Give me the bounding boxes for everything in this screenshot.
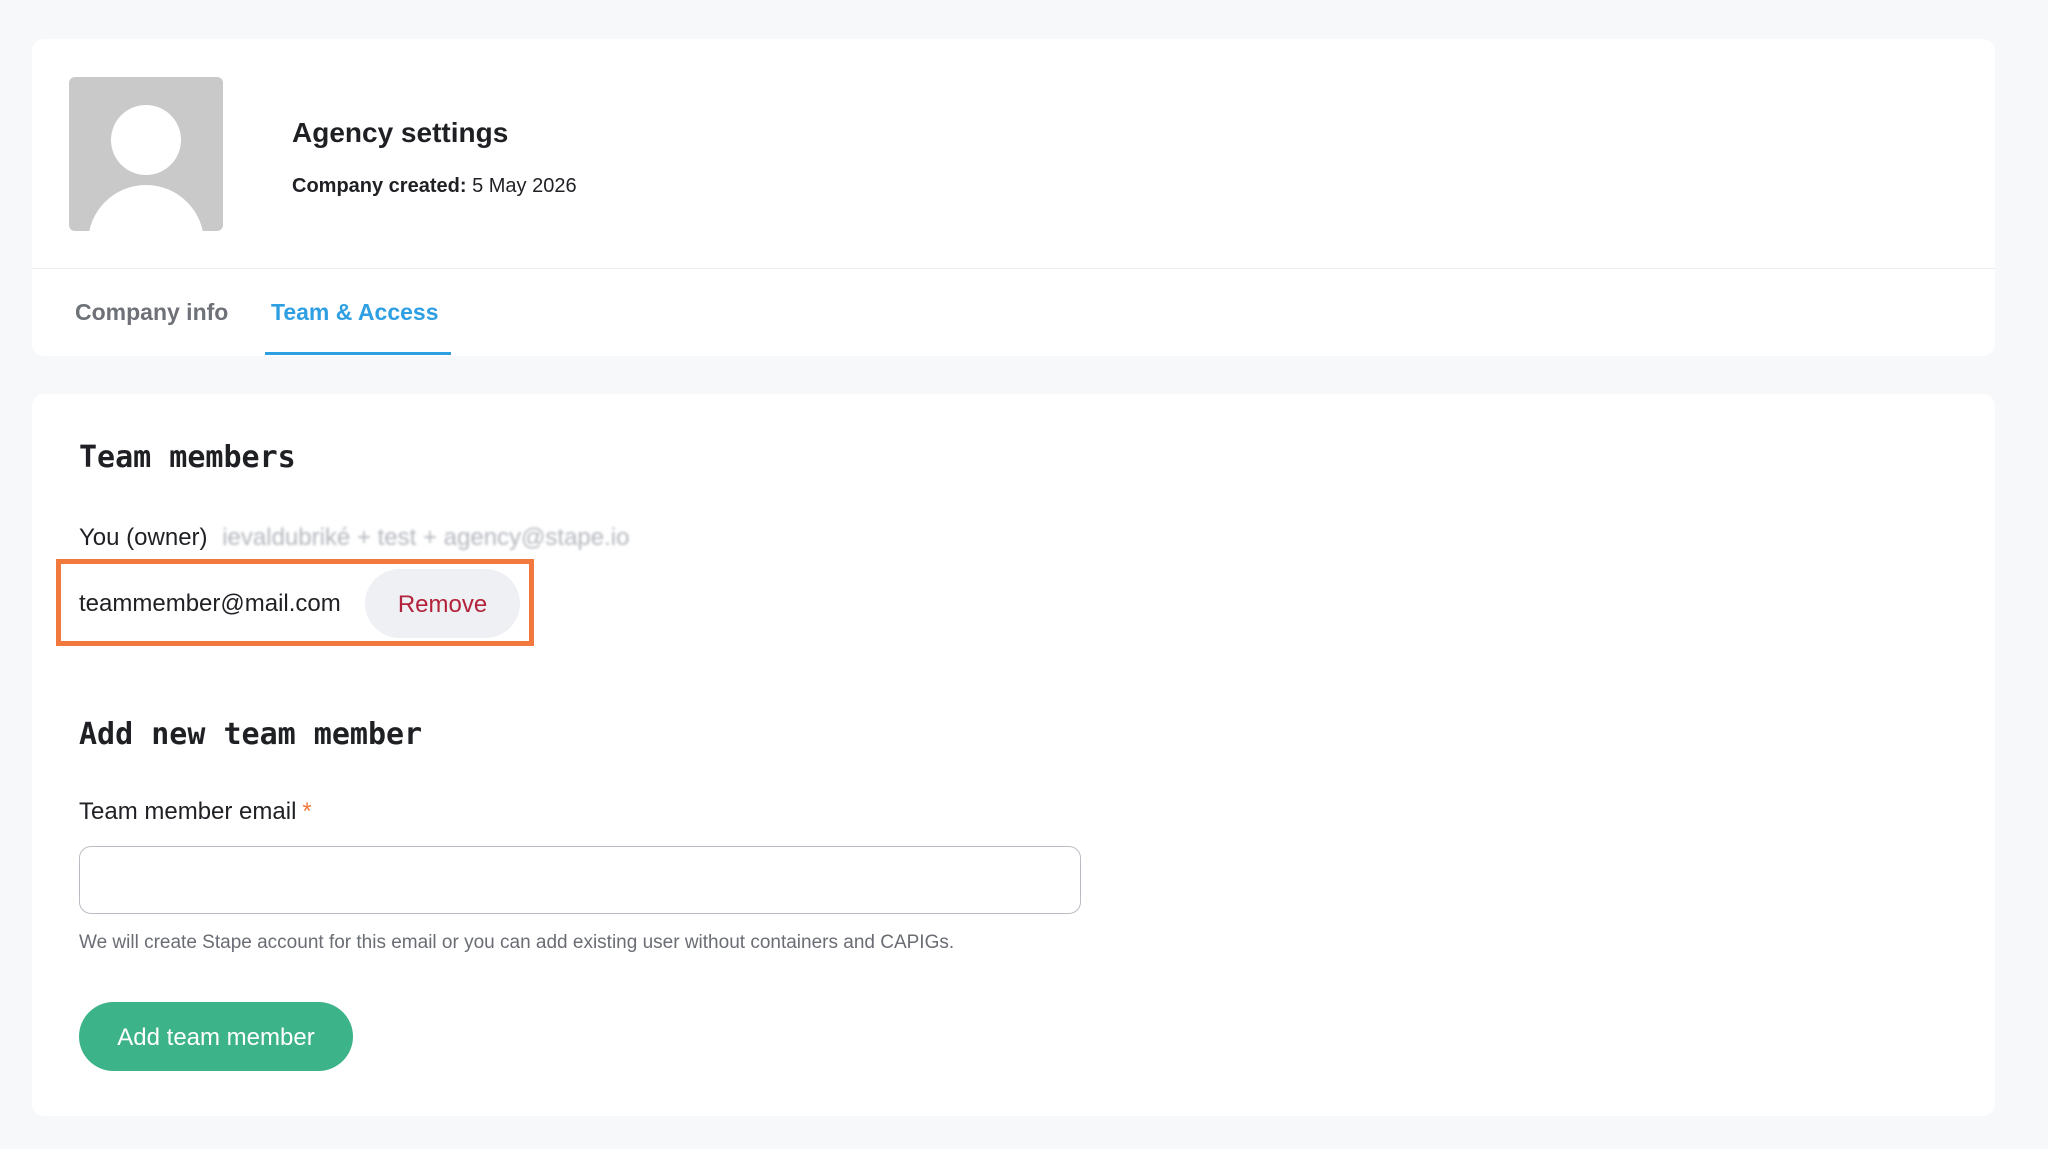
avatar-head-shape (111, 105, 181, 175)
agency-header-card: Agency settings Company created: 5 May 2… (32, 39, 1995, 356)
team-access-card: Team members You (owner) ievaldubriké + … (32, 394, 1995, 1116)
owner-email: ievaldubriké + test + agency@stape.io (222, 524, 630, 551)
remove-member-button[interactable]: Remove (365, 569, 520, 638)
tab-company-info[interactable]: Company info (75, 269, 228, 356)
member-email: teammember@mail.com (79, 590, 341, 617)
add-team-member-button[interactable]: Add team member (79, 1002, 353, 1071)
company-created-label: Company created: (292, 175, 467, 197)
settings-tabs: Company info Team & Access (32, 269, 1995, 356)
owner-label: You (owner) (79, 524, 208, 551)
email-label-text: Team member email (79, 798, 297, 825)
team-member-email-input[interactable] (79, 846, 1081, 914)
company-created-value: 5 May 2026 (472, 175, 577, 197)
page-title: Agency settings (292, 117, 509, 148)
profile-section: Agency settings Company created: 5 May 2… (32, 39, 1995, 269)
active-tab-indicator (265, 352, 451, 355)
email-field-label: Team member email * (79, 798, 312, 826)
owner-row: You (owner) ievaldubriké + test + agency… (79, 524, 629, 552)
user-placeholder-icon (69, 77, 223, 231)
required-marker: * (302, 798, 312, 825)
add-member-heading: Add new team member (79, 717, 423, 752)
email-hint-text: We will create Stape account for this em… (79, 932, 955, 953)
team-members-heading: Team members (79, 440, 296, 475)
avatar-body-shape (88, 185, 204, 231)
company-created-info: Company created: 5 May 2026 (292, 175, 577, 198)
tab-team-access[interactable]: Team & Access (265, 269, 444, 356)
